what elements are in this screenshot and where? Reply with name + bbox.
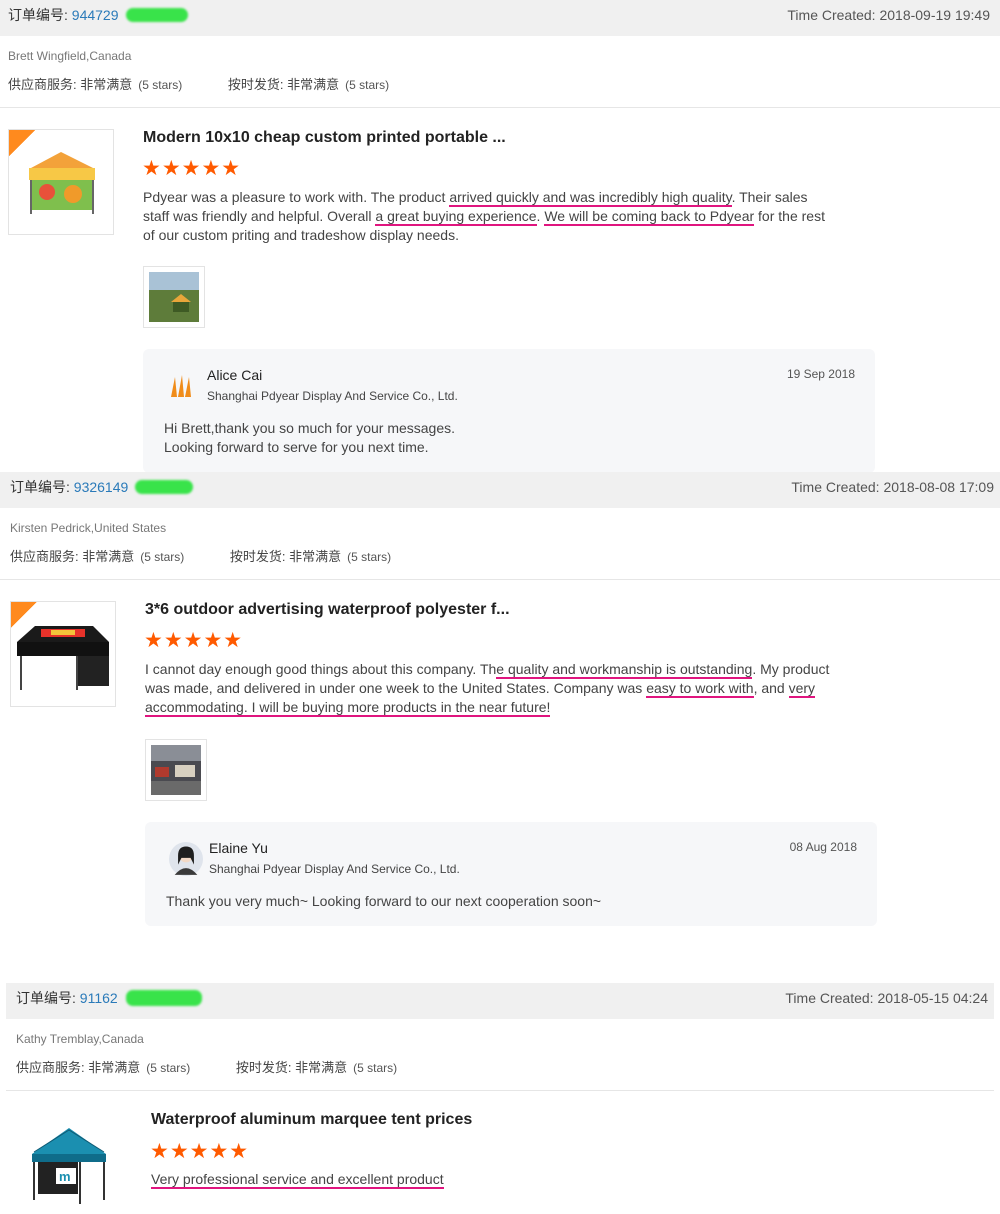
- seller-reply: Alice Cai Shanghai Pdyear Display And Se…: [143, 349, 875, 473]
- rating-shipping-stars: (5 stars): [345, 78, 390, 92]
- rating-service-stars: (5 stars): [138, 78, 183, 92]
- order-number[interactable]: 944729: [72, 7, 119, 23]
- company-logo-icon: [171, 375, 191, 397]
- order-number-row: 订单编号: 944729: [8, 0, 119, 30]
- buyer-name: Kathy Tremblay,Canada: [16, 1032, 144, 1046]
- star-rating: ★★★★★: [150, 1140, 250, 1163]
- tent-image-icon: m: [32, 1128, 106, 1204]
- rating-shipping-label: 按时发货: 非常满意: [229, 549, 342, 564]
- order-number[interactable]: 91162: [80, 990, 118, 1006]
- review-photo[interactable]: [143, 266, 205, 328]
- star-rating: ★★★★★: [144, 629, 244, 652]
- buyer-name: Brett Wingfield,Canada: [8, 49, 132, 63]
- reply-author: Elaine Yu: [209, 840, 268, 856]
- rating-service-label: 供应商服务: 非常满意: [10, 549, 135, 564]
- review-text: Pdyear was a pleasure to work with. The …: [143, 189, 825, 243]
- buyer-name: Kirsten Pedrick,United States: [10, 521, 167, 535]
- star-rating: ★★★★★: [142, 157, 242, 180]
- time-created: Time Created: 2018-09-19 19:49: [787, 7, 990, 23]
- review-text: Very professional service and excellent …: [151, 1171, 444, 1189]
- product-thumbnail[interactable]: m: [24, 1118, 114, 1208]
- time-created: Time Created: 2018-08-08 17:09: [791, 479, 994, 495]
- order-number[interactable]: 9326149: [74, 479, 129, 495]
- order-number-label: 订单编号:: [16, 990, 76, 1006]
- redaction-mark: [126, 990, 202, 1006]
- reply-date: 19 Sep 2018: [786, 367, 855, 381]
- reply-company: Shanghai Pdyear Display And Service Co.,…: [207, 389, 458, 403]
- product-title[interactable]: 3*6 outdoor advertising waterproof polye…: [145, 601, 510, 619]
- reply-author: Alice Cai: [207, 367, 263, 383]
- new-badge-icon: [9, 130, 35, 156]
- divider: [0, 579, 1000, 580]
- divider: [0, 107, 1000, 108]
- order-header: 订单编号: 91162 Time Created: 2018-05-15 04:…: [6, 983, 994, 1019]
- reply-company: Shanghai Pdyear Display And Service Co.,…: [209, 862, 460, 876]
- product-thumbnail[interactable]: [10, 601, 116, 707]
- reply-message: Thank you very much~ Looking forward to …: [166, 893, 602, 909]
- review-photo[interactable]: [145, 739, 207, 801]
- rating-shipping-label: 按时发货: 非常满意: [235, 1060, 348, 1075]
- divider: [6, 1090, 994, 1091]
- review-text: I cannot day enough good things about th…: [145, 661, 830, 717]
- photo-image-icon: [149, 272, 199, 322]
- order-number-label: 订单编号:: [8, 7, 68, 23]
- product-title[interactable]: Modern 10x10 cheap custom printed portab…: [143, 129, 506, 147]
- rating-shipping-stars: (5 stars): [353, 1061, 398, 1075]
- order-header: 订单编号: 944729 Time Created: 2018-09-19 19…: [0, 0, 1000, 36]
- time-created: Time Created: 2018-05-15 04:24: [785, 990, 988, 1006]
- avatar-icon: [169, 842, 203, 876]
- order-number-row: 订单编号: 9326149: [10, 472, 128, 502]
- svg-text:m: m: [59, 1169, 71, 1184]
- redaction-mark: [135, 480, 193, 494]
- order-header: 订单编号: 9326149 Time Created: 2018-08-08 1…: [0, 472, 1000, 508]
- rating-service-label: 供应商服务: 非常满意: [16, 1060, 141, 1075]
- ratings-row: 供应商服务: 非常满意 (5 stars) 按时发货: 非常满意 (5 stars): [16, 1057, 397, 1076]
- rating-service-stars: (5 stars): [146, 1061, 191, 1075]
- product-thumbnail[interactable]: [8, 129, 114, 235]
- ratings-row: 供应商服务: 非常满意 (5 stars) 按时发货: 非常满意 (5 stars): [8, 74, 389, 93]
- seller-reply: Elaine Yu Shanghai Pdyear Display And Se…: [145, 822, 877, 926]
- order-number-label: 订单编号:: [10, 479, 70, 495]
- product-title[interactable]: Waterproof aluminum marquee tent prices: [151, 1111, 472, 1129]
- reply-date: 08 Aug 2018: [789, 840, 857, 854]
- rating-shipping-label: 按时发货: 非常满意: [227, 77, 340, 92]
- photo-image-icon: [151, 745, 201, 795]
- reply-message: Hi Brett,thank you so much for your mess…: [164, 420, 456, 455]
- redaction-mark: [126, 8, 188, 22]
- ratings-row: 供应商服务: 非常满意 (5 stars) 按时发货: 非常满意 (5 stars): [10, 546, 391, 565]
- rating-service-label: 供应商服务: 非常满意: [8, 77, 133, 92]
- new-badge-icon: [11, 602, 37, 628]
- rating-shipping-stars: (5 stars): [347, 550, 392, 564]
- rating-service-stars: (5 stars): [140, 550, 185, 564]
- order-number-row: 订单编号: 91162: [16, 983, 118, 1013]
